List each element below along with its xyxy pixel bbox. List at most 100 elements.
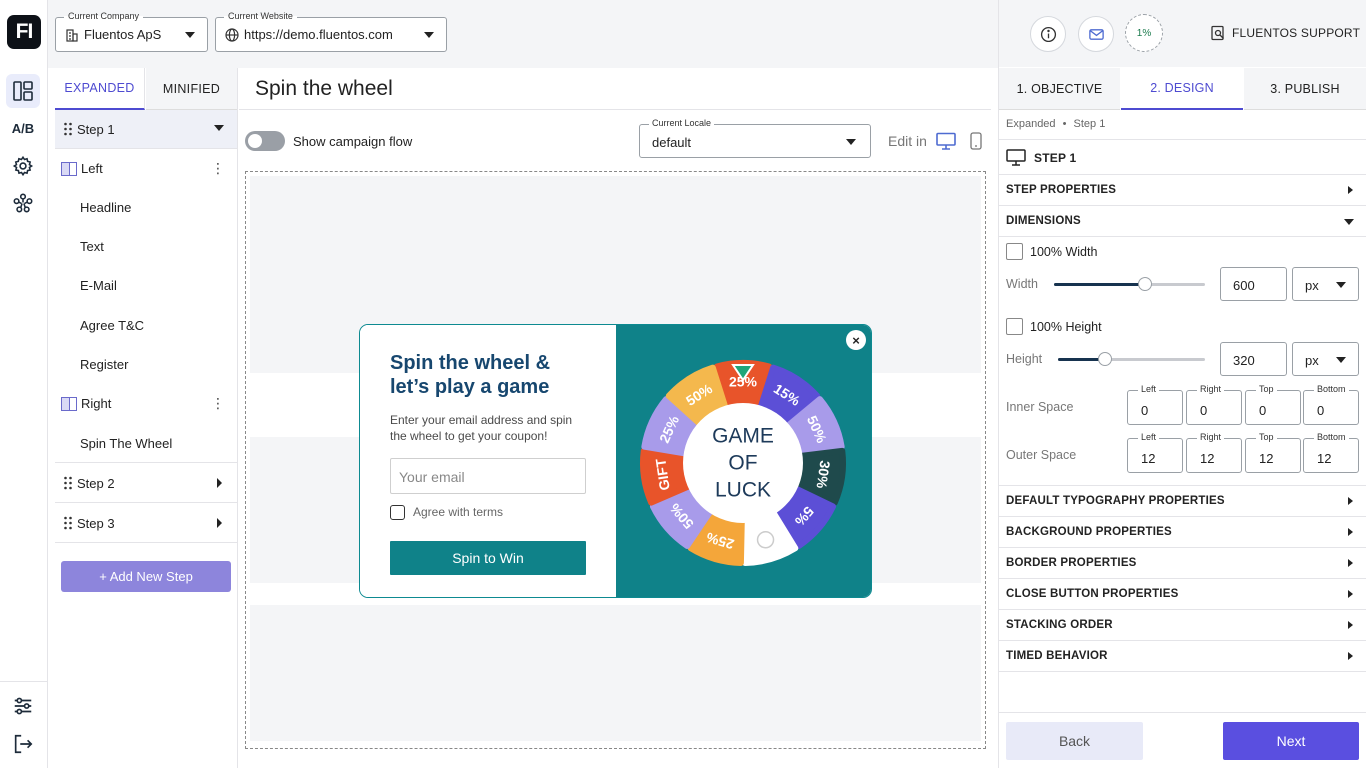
tree-item-register[interactable]: Register xyxy=(55,345,237,384)
next-button[interactable]: Next xyxy=(1223,722,1359,760)
section-timed-behavior[interactable]: TIMED BEHAVIOR xyxy=(999,641,1366,672)
chevron-down-icon xyxy=(846,139,856,145)
outer-space-bottom[interactable]: Bottom 12 xyxy=(1303,432,1359,473)
inner-space-left[interactable]: Left 0 xyxy=(1127,384,1183,425)
info-icon[interactable] xyxy=(1030,16,1066,52)
column-icon xyxy=(61,396,77,411)
popup-right-column[interactable]: 25%15%50%30%5%25%50%GIFT25%50%GAMEOFLUCK… xyxy=(616,325,871,597)
height-input[interactable]: 320 xyxy=(1220,342,1287,376)
tree-item-headline[interactable]: Headline xyxy=(55,188,237,227)
canvas-band xyxy=(250,605,981,741)
width-slider[interactable] xyxy=(1054,277,1205,291)
section-close-button[interactable]: CLOSE BUTTON PROPERTIES xyxy=(999,579,1366,610)
outer-space-right[interactable]: Right 12 xyxy=(1186,432,1242,473)
mail-icon[interactable] xyxy=(1078,16,1114,52)
more-options-icon[interactable]: ⋮ xyxy=(211,161,225,175)
inner-space-top[interactable]: Top 0 xyxy=(1245,384,1301,425)
app-root: FI A/B Current Company Fluentos ApS Curr… xyxy=(0,0,1366,768)
tree-column-left[interactable]: Left ⋮ xyxy=(55,149,237,188)
field-label: Right xyxy=(1197,384,1225,394)
desktop-icon[interactable] xyxy=(936,132,956,150)
popup-preview[interactable]: Spin the wheel & let’s play a game Enter… xyxy=(359,324,872,598)
tree-item-email[interactable]: E-Mail xyxy=(55,266,237,305)
tree-step-1[interactable]: Step 1 xyxy=(55,110,237,149)
field-label: Top xyxy=(1256,384,1277,394)
section-label: DEFAULT TYPOGRAPHY PROPERTIES xyxy=(1006,495,1225,507)
tree-item-spin-wheel[interactable]: Spin The Wheel xyxy=(55,424,237,463)
inner-space-right[interactable]: Right 0 xyxy=(1186,384,1242,425)
spin-wheel[interactable]: 25%15%50%30%5%25%50%GIFT25%50%GAMEOFLUCK xyxy=(630,345,856,577)
chevron-right-icon[interactable] xyxy=(217,478,222,488)
full-height-checkbox[interactable] xyxy=(1006,318,1023,335)
section-border[interactable]: BORDER PROPERTIES xyxy=(999,548,1366,579)
gear-icon[interactable] xyxy=(6,149,40,183)
chevron-right-icon xyxy=(1348,186,1353,194)
width-unit-select[interactable]: px xyxy=(1292,267,1359,301)
section-step-properties[interactable]: STEP PROPERTIES xyxy=(999,175,1366,206)
field-value: 0 xyxy=(1200,403,1208,418)
campaign-flow-toggle[interactable] xyxy=(245,131,285,151)
rail-divider xyxy=(0,681,47,682)
tab-minified[interactable]: MINIFIED xyxy=(146,68,237,110)
outer-space-top[interactable]: Top 12 xyxy=(1245,432,1301,473)
support-label: FLUENTOS SUPPORT xyxy=(1232,26,1361,40)
company-select-value: Fluentos ApS xyxy=(84,27,162,42)
tree-column-right[interactable]: Right ⋮ xyxy=(55,384,237,423)
drag-handle-icon[interactable] xyxy=(63,516,73,530)
chevron-right-icon[interactable] xyxy=(217,518,222,528)
section-background[interactable]: BACKGROUND PROPERTIES xyxy=(999,517,1366,548)
width-input[interactable]: 600 xyxy=(1220,267,1287,301)
tree-step-2[interactable]: Step 2 xyxy=(55,464,237,503)
tab-design[interactable]: 2. DESIGN xyxy=(1121,68,1243,110)
breadcrumb-item[interactable]: Expanded xyxy=(1006,118,1056,130)
locale-select[interactable]: Current Locale default xyxy=(639,118,871,158)
field-value: 12 xyxy=(1317,451,1332,466)
tree-step-3-label: Step 3 xyxy=(77,515,115,531)
tree-step-3[interactable]: Step 3 xyxy=(55,504,237,543)
popup-agree-checkbox[interactable] xyxy=(390,505,405,520)
section-stacking-order[interactable]: STACKING ORDER xyxy=(999,610,1366,641)
height-unit-select[interactable]: px xyxy=(1292,342,1359,376)
popup-left-column[interactable]: Spin the wheel & let’s play a game Enter… xyxy=(360,325,616,597)
chevron-down-icon[interactable] xyxy=(214,125,224,131)
popup-text[interactable]: Enter your email address and spin the wh… xyxy=(390,412,590,444)
column-icon xyxy=(61,161,77,176)
tree-step-1-label: Step 1 xyxy=(77,121,115,137)
popup-spin-button[interactable]: Spin to Win xyxy=(390,541,586,575)
tree-column-right-label: Right xyxy=(81,396,112,411)
integrations-icon[interactable] xyxy=(6,186,40,220)
section-typography[interactable]: DEFAULT TYPOGRAPHY PROPERTIES xyxy=(999,486,1366,517)
website-select[interactable]: Current Website https://demo.fluentos.co… xyxy=(215,11,447,52)
tab-publish[interactable]: 3. PUBLISH xyxy=(1244,68,1366,110)
sliders-icon[interactable] xyxy=(6,689,40,723)
add-new-step-button[interactable]: + Add New Step xyxy=(61,561,231,592)
tab-expanded[interactable]: EXPANDED xyxy=(55,68,145,110)
more-options-icon[interactable]: ⋮ xyxy=(211,396,225,410)
drag-handle-icon[interactable] xyxy=(63,122,73,136)
fluentos-logo[interactable]: FI xyxy=(7,15,41,49)
popup-email-input[interactable]: Your email xyxy=(390,458,586,494)
breadcrumb-item[interactable]: Step 1 xyxy=(1074,118,1106,130)
progress-badge[interactable]: 1% xyxy=(1125,14,1163,52)
layers-icon[interactable] xyxy=(6,74,40,108)
tree-item-agree[interactable]: Agree T&C xyxy=(55,306,237,345)
inner-space-bottom[interactable]: Bottom 0 xyxy=(1303,384,1359,425)
ab-test-icon[interactable]: A/B xyxy=(6,111,40,145)
full-width-checkbox[interactable] xyxy=(1006,243,1023,260)
mobile-icon[interactable] xyxy=(970,132,982,150)
slider-thumb[interactable] xyxy=(1098,352,1113,366)
close-icon[interactable]: × xyxy=(846,330,866,350)
width-label: Width xyxy=(1006,277,1038,291)
popup-headline[interactable]: Spin the wheel & let’s play a game xyxy=(390,351,590,399)
tab-objective[interactable]: 1. OBJECTIVE xyxy=(999,68,1120,110)
height-slider[interactable] xyxy=(1058,352,1205,366)
outer-space-left[interactable]: Left 12 xyxy=(1127,432,1183,473)
tree-item-text[interactable]: Text xyxy=(55,227,237,266)
logout-icon[interactable] xyxy=(6,727,40,761)
drag-handle-icon[interactable] xyxy=(63,476,73,490)
slider-thumb[interactable] xyxy=(1137,277,1152,291)
back-button[interactable]: Back xyxy=(1006,722,1143,760)
section-dimensions[interactable]: DIMENSIONS xyxy=(999,206,1366,237)
support-link[interactable]: FLUENTOS SUPPORT xyxy=(1210,25,1360,41)
company-select[interactable]: Current Company Fluentos ApS xyxy=(55,11,208,52)
